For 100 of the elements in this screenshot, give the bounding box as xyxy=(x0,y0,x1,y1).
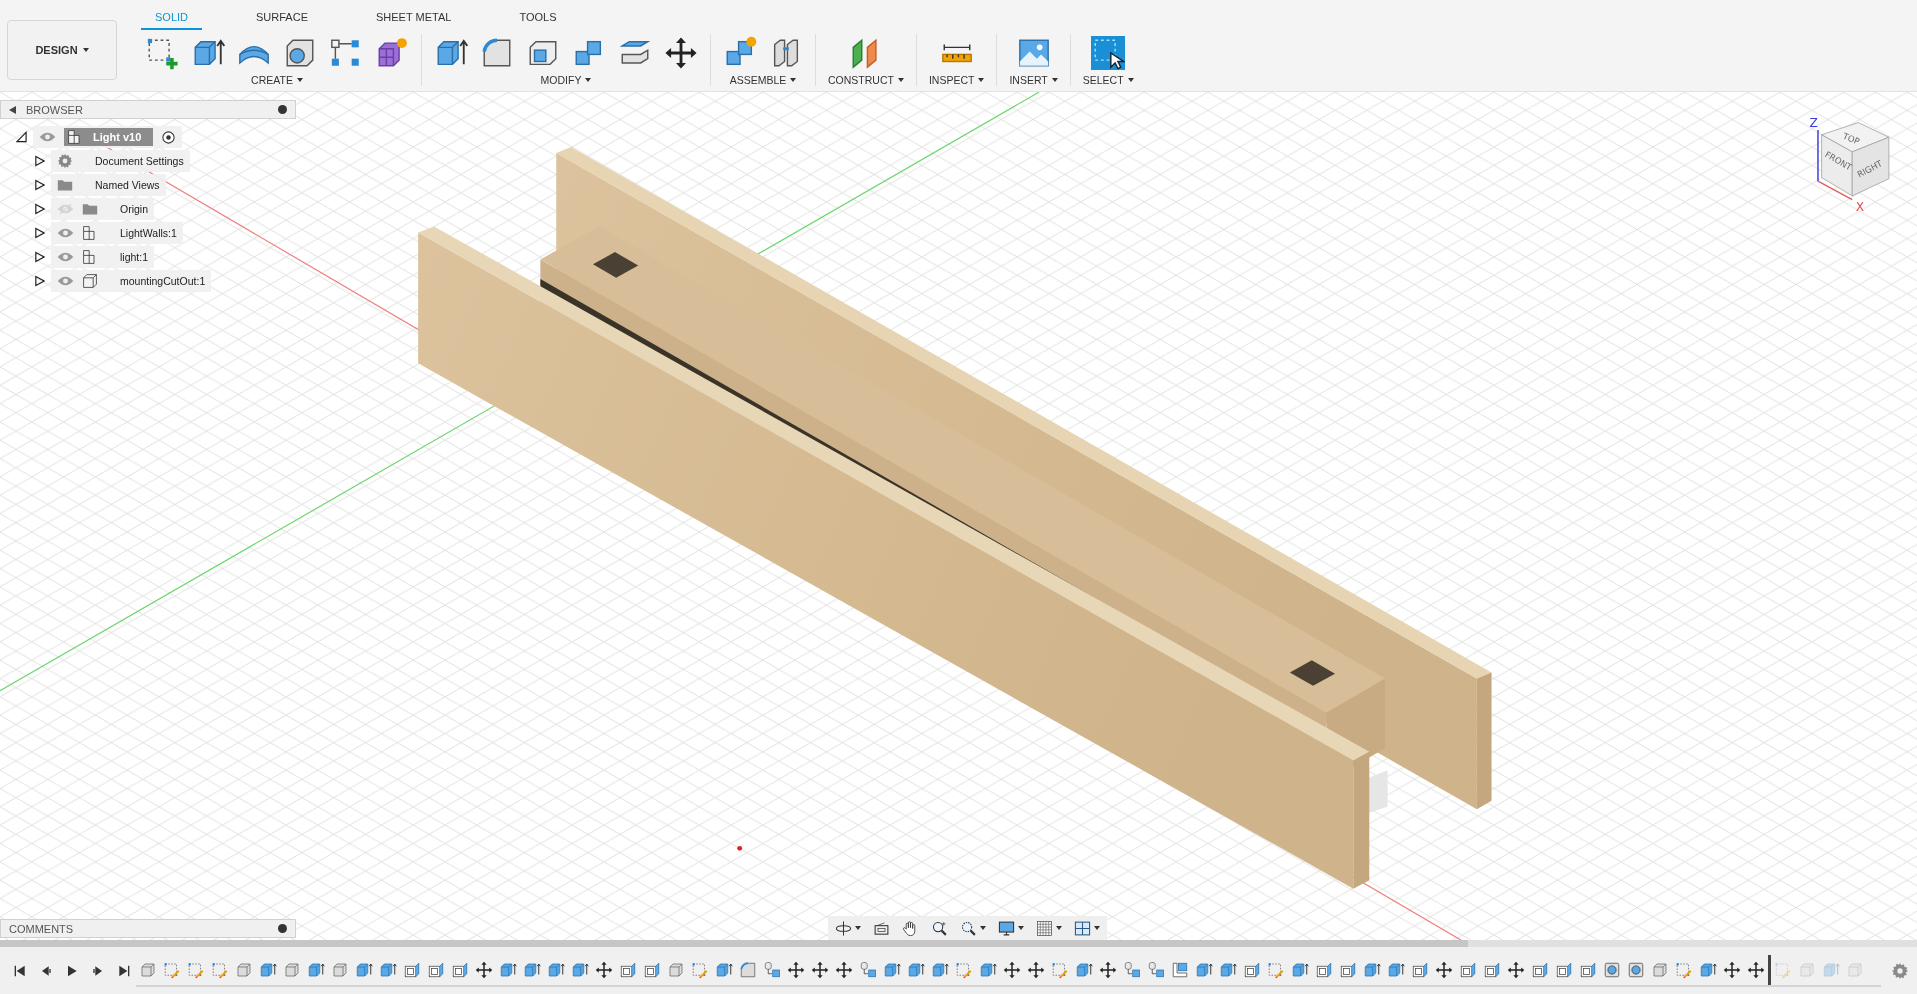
nested-squares-icon[interactable] xyxy=(1579,960,1597,979)
four-arrows-icon[interactable] xyxy=(811,960,829,979)
four-arrows-icon[interactable] xyxy=(1723,960,1741,979)
toolbar-tab[interactable]: SURFACE xyxy=(242,11,322,30)
collapsed-triangle-icon[interactable] xyxy=(34,275,45,287)
four-arrows-icon[interactable] xyxy=(1027,960,1045,979)
nested-squares-icon[interactable] xyxy=(1339,960,1357,979)
cube-icon[interactable] xyxy=(667,960,685,979)
box-arrow-icon[interactable] xyxy=(715,960,733,979)
box-arrow-icon[interactable] xyxy=(931,960,949,979)
box-arrow-icon[interactable] xyxy=(979,960,997,979)
monitor-icon xyxy=(998,919,1015,937)
collapsed-triangle-icon[interactable] xyxy=(34,179,45,191)
nested-squares-icon[interactable] xyxy=(643,960,661,979)
box-arrow-icon[interactable] xyxy=(1219,960,1237,979)
toolbar-group-menu[interactable]: ASSEMBLE xyxy=(727,74,799,86)
toolbar-group-menu[interactable]: CREATE xyxy=(249,74,305,86)
box-arrow-icon[interactable] xyxy=(1075,960,1093,979)
cube-icon[interactable] xyxy=(1651,960,1669,979)
target-icon[interactable] xyxy=(161,129,177,145)
sketch-pencil-icon[interactable] xyxy=(1267,960,1285,979)
box-arrow-icon[interactable] xyxy=(307,960,325,979)
scrollbar-thumb[interactable] xyxy=(0,940,1468,947)
four-arrows-icon[interactable] xyxy=(1099,960,1117,979)
axis-label: Z xyxy=(1809,116,1818,131)
timeline-marker[interactable] xyxy=(1768,954,1771,985)
collapsed-triangle-icon[interactable] xyxy=(34,203,45,215)
collapsed-triangle-icon[interactable] xyxy=(34,155,45,167)
cube-icon[interactable] xyxy=(283,960,301,979)
hole-icon[interactable] xyxy=(1603,960,1621,979)
toolbar-tool-button[interactable] xyxy=(1089,34,1128,72)
nested-squares-icon[interactable] xyxy=(403,960,421,979)
hole-icon[interactable] xyxy=(1627,960,1645,979)
four-arrows-icon[interactable] xyxy=(787,960,805,979)
cube-icon[interactable] xyxy=(331,960,349,979)
box-arrow-icon[interactable] xyxy=(355,960,373,979)
box-arrow-icon[interactable] xyxy=(547,960,565,979)
nested-squares-icon[interactable] xyxy=(1459,960,1477,979)
nested-squares-icon[interactable] xyxy=(1411,960,1429,979)
workspace-menu-button[interactable]: DESIGN xyxy=(7,20,117,80)
four-arrows-icon[interactable] xyxy=(1435,960,1453,979)
sketch-pencil-icon[interactable] xyxy=(187,960,205,979)
nested-squares-icon[interactable] xyxy=(451,960,469,979)
box-arrow-icon[interactable] xyxy=(907,960,925,979)
nested-squares-icon[interactable] xyxy=(1315,960,1333,979)
collapsed-triangle-icon[interactable] xyxy=(34,227,45,239)
settings-icon[interactable] xyxy=(1891,961,1909,980)
box-arrow-icon[interactable] xyxy=(1387,960,1405,979)
toolbar-group-menu[interactable]: SELECT xyxy=(1080,74,1136,86)
nested-squares-icon[interactable] xyxy=(1555,960,1573,979)
collapse-icon[interactable] xyxy=(9,105,16,114)
browser-item-label[interactable]: light:1 xyxy=(120,251,149,263)
rounded-corner-icon[interactable] xyxy=(739,960,757,979)
toolbar-group-menu[interactable]: INSERT xyxy=(1007,74,1060,86)
box-arrow-icon[interactable] xyxy=(1699,960,1717,979)
sketch-pencil-icon[interactable] xyxy=(955,960,973,979)
zoom-icon xyxy=(931,919,948,937)
expand-triangle-icon[interactable] xyxy=(16,131,27,143)
box-arrow-icon[interactable] xyxy=(1363,960,1381,979)
box-arrow-icon[interactable] xyxy=(259,960,277,979)
cylinder-cube-icon[interactable] xyxy=(763,960,781,979)
four-arrows-icon[interactable] xyxy=(1507,960,1525,979)
four-arrows-icon[interactable] xyxy=(1747,960,1765,979)
toolbar-group-menu[interactable]: INSPECT xyxy=(926,74,987,86)
sketch-pencil-icon[interactable] xyxy=(1675,960,1693,979)
nested-squares-icon[interactable] xyxy=(619,960,637,979)
view-cube[interactable] xyxy=(1821,122,1890,197)
box-arrow-icon[interactable] xyxy=(571,960,589,979)
cube-icon[interactable] xyxy=(139,960,157,979)
box-arrow-icon[interactable] xyxy=(1291,960,1309,979)
four-arrows-icon[interactable] xyxy=(475,960,493,979)
toolbar-group-menu[interactable]: CONSTRUCT xyxy=(826,74,906,86)
cylinder-cube-icon[interactable] xyxy=(859,960,877,979)
nested-squares-icon[interactable] xyxy=(427,960,445,979)
toolbar-tab[interactable]: TOOLS xyxy=(505,11,571,30)
angle-bracket-icon[interactable] xyxy=(1171,960,1189,979)
browser-item-label[interactable]: Origin xyxy=(120,203,148,215)
four-arrows-icon[interactable] xyxy=(595,960,613,979)
box-arrow-icon[interactable] xyxy=(379,960,397,979)
box-arrow-icon[interactable] xyxy=(499,960,517,979)
toolbar-group-menu[interactable]: MODIFY xyxy=(538,74,594,86)
four-arrows-icon[interactable] xyxy=(835,960,853,979)
sketch-pencil-icon[interactable] xyxy=(691,960,709,979)
box-arrow-icon[interactable] xyxy=(523,960,541,979)
nested-squares-icon[interactable] xyxy=(1531,960,1549,979)
nested-squares-icon[interactable] xyxy=(1483,960,1501,979)
sketch-pencil-icon[interactable] xyxy=(1051,960,1069,979)
box-arrow-icon[interactable] xyxy=(1195,960,1213,979)
sketch-pencil-icon[interactable] xyxy=(211,960,229,979)
box-arrow-icon[interactable] xyxy=(883,960,901,979)
collapsed-triangle-icon[interactable] xyxy=(34,251,45,263)
sketch-pencil-icon[interactable] xyxy=(163,960,181,979)
nested-squares-icon[interactable] xyxy=(1243,960,1261,979)
toolbar-tab[interactable]: SHEET METAL xyxy=(362,11,466,30)
add-comment-icon[interactable] xyxy=(278,924,287,933)
pin-icon[interactable] xyxy=(278,105,287,114)
four-arrows-icon[interactable] xyxy=(1003,960,1021,979)
cylinder-cube-icon[interactable] xyxy=(1123,960,1141,979)
cube-icon[interactable] xyxy=(235,960,253,979)
cylinder-cube-icon[interactable] xyxy=(1147,960,1165,979)
